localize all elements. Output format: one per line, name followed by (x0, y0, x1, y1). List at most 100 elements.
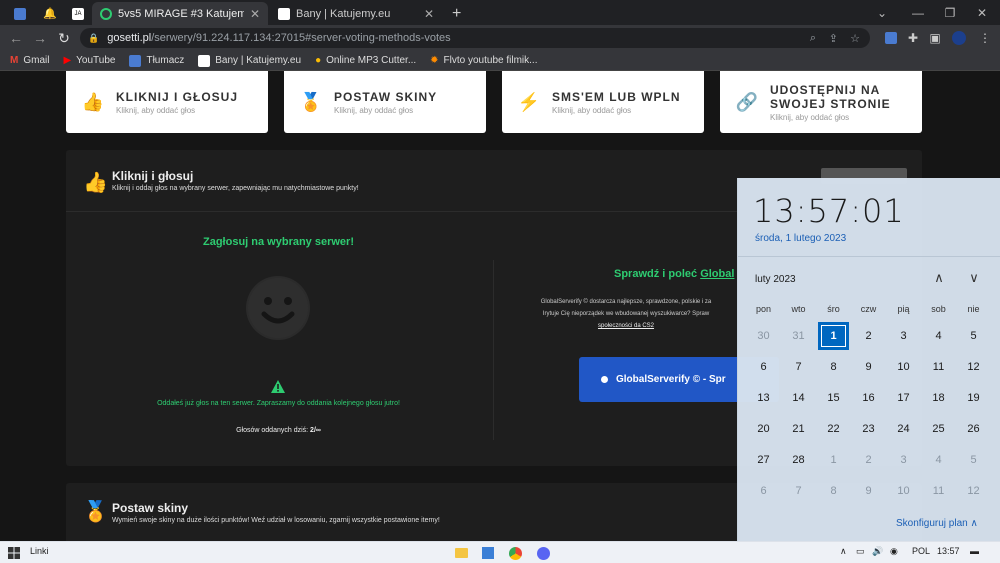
calendar-day[interactable]: 10 (886, 476, 921, 506)
windows-start-icon[interactable] (6, 545, 22, 561)
chevron-up-icon[interactable]: ∧ (840, 546, 847, 557)
calendar-day[interactable]: 2 (851, 445, 886, 475)
card-skins[interactable]: 🏅 POSTAW SKINY Kliknij, aby oddać głos (284, 71, 486, 133)
calendar-day[interactable]: 28 (781, 445, 816, 475)
translate-extension-icon[interactable] (882, 29, 900, 47)
bookmark-mp3-cutter[interactable]: ● Online MP3 Cutter... (315, 55, 416, 66)
discord-icon[interactable] (535, 545, 551, 561)
tab-pinned-bell[interactable]: 🔔 (36, 2, 64, 25)
calendar-day[interactable]: 14 (781, 383, 816, 413)
calendar-day[interactable]: 21 (781, 414, 816, 444)
menu-icon[interactable]: ⋮ (976, 29, 994, 47)
prev-month-icon[interactable]: ∧ (931, 270, 947, 286)
network-icon[interactable]: ▭ (856, 546, 865, 557)
calendar-day[interactable]: 31 (781, 321, 816, 351)
links-toolbar[interactable]: Linki (30, 546, 49, 556)
mp3-cutter-icon: ● (315, 55, 322, 66)
calendar-day[interactable]: 8 (816, 352, 851, 382)
clock-date[interactable]: środa, 1 lutego 2023 (755, 233, 846, 244)
calendar-day[interactable]: 24 (886, 414, 921, 444)
calendar-day[interactable]: 2 (851, 321, 886, 351)
store-icon[interactable] (480, 545, 496, 561)
calendar-day[interactable]: 3 (886, 445, 921, 475)
calendar-day[interactable]: 4 (921, 321, 956, 351)
next-month-icon[interactable]: ∨ (966, 270, 982, 286)
sidepanel-icon[interactable]: ▣ (926, 29, 944, 47)
minimize-icon[interactable]: — (900, 0, 936, 25)
translate-icon (14, 7, 26, 20)
bookmark-gmail[interactable]: M Gmail (10, 55, 49, 66)
star-icon[interactable]: ☆ (850, 32, 860, 45)
calendar-day[interactable]: 12 (956, 476, 991, 506)
card-share[interactable]: 🔗 UDOSTĘPNIJ NA SWOJEJ STRONIE Kliknij, ab… (720, 71, 922, 133)
calendar-day[interactable]: 7 (781, 352, 816, 382)
calendar-day[interactable]: 5 (956, 445, 991, 475)
share-icon[interactable]: ⇪ (829, 32, 838, 45)
calendar-day[interactable]: 30 (746, 321, 781, 351)
chrome-icon[interactable] (507, 545, 523, 561)
bookmark-translate[interactable]: Tłumacz (129, 54, 184, 67)
restore-icon[interactable]: ❐ (932, 0, 968, 25)
calendar-day[interactable]: 22 (816, 414, 851, 444)
tab-search-icon[interactable]: ⌄ (864, 0, 900, 25)
calendar-day[interactable]: 23 (851, 414, 886, 444)
close-window-icon[interactable]: ✕ (964, 0, 1000, 25)
close-tab-icon[interactable]: ✕ (250, 7, 260, 21)
calendar-day[interactable]: 6 (746, 476, 781, 506)
calendar-day[interactable]: 1 (816, 321, 851, 351)
card-vote[interactable]: 👍 KLIKNIJ I GŁOSUJ Kliknij, aby oddać gło… (66, 71, 268, 133)
tab-bany[interactable]: Bany | Katujemy.eu ✕ (270, 2, 442, 25)
bookmark-flvto[interactable]: ✹ Flvto youtube filmik... (430, 55, 537, 66)
file-explorer-icon[interactable] (453, 545, 469, 561)
volume-icon[interactable]: 🔊 (872, 546, 883, 557)
configure-schedule-button[interactable]: Skonfiguruj plan ∧ (896, 518, 978, 529)
community-link[interactable]: społeczności da CS2 (506, 320, 746, 332)
calendar-day[interactable]: 10 (886, 352, 921, 382)
globalserverify-link[interactable]: Global (700, 268, 734, 280)
calendar-day[interactable]: 27 (746, 445, 781, 475)
tab-pinned-ja[interactable]: JA (64, 2, 92, 25)
calendar-day[interactable]: 6 (746, 352, 781, 382)
forward-icon[interactable]: → (28, 30, 52, 46)
calendar-day[interactable]: 25 (921, 414, 956, 444)
month-label[interactable]: luty 2023 (755, 274, 796, 285)
calendar-day[interactable]: 5 (956, 321, 991, 351)
calendar-day[interactable]: 3 (886, 321, 921, 351)
calendar-day[interactable]: 20 (746, 414, 781, 444)
steam-icon[interactable]: ◉ (890, 546, 898, 557)
calendar-day[interactable]: 15 (816, 383, 851, 413)
calendar-day[interactable]: 9 (851, 352, 886, 382)
calendar-day[interactable]: 13 (746, 383, 781, 413)
calendar-day[interactable]: 12 (956, 352, 991, 382)
calendar-day[interactable]: 19 (956, 383, 991, 413)
calendar-day[interactable]: 26 (956, 414, 991, 444)
calendar-day[interactable]: 4 (921, 445, 956, 475)
back-icon[interactable]: ← (4, 30, 28, 46)
extensions-icon[interactable]: ✚ (904, 29, 922, 47)
bookmark-bany[interactable]: Bany | Katujemy.eu (198, 54, 301, 67)
calendar-day[interactable]: 1 (816, 445, 851, 475)
notifications-icon[interactable]: ▬ (970, 546, 979, 556)
tab-active[interactable]: 5vs5 MIRAGE #3 Katujemy.eu 128 ✕ (92, 2, 268, 25)
new-tab-button[interactable]: + (448, 2, 470, 25)
bookmark-youtube[interactable]: ▶ YouTube (63, 55, 115, 66)
card-title: POSTAW SKINY (334, 89, 438, 104)
tab-pinned-translate[interactable] (6, 2, 34, 25)
reload-icon[interactable]: ↻ (52, 30, 76, 47)
calendar-day[interactable]: 11 (921, 476, 956, 506)
close-tab-icon[interactable]: ✕ (424, 7, 434, 21)
card-sms[interactable]: ⚡ SMS'EM LUB WPLN Kliknij, aby oddać głos (502, 71, 704, 133)
language-indicator[interactable]: POL (912, 546, 930, 556)
calendar-day[interactable]: 9 (851, 476, 886, 506)
taskbar-clock[interactable]: 13:57 (937, 546, 960, 556)
calendar-day[interactable]: 8 (816, 476, 851, 506)
address-bar[interactable]: 🔒 gosetti.pl /serwery/91.224.117.134:270… (80, 28, 870, 48)
calendar-day[interactable]: 17 (886, 383, 921, 413)
calendar-day[interactable]: 18 (921, 383, 956, 413)
zoom-icon[interactable]: ⌕ (810, 32, 816, 45)
calendar-day[interactable]: 16 (851, 383, 886, 413)
profile-avatar[interactable] (950, 29, 968, 47)
weekday-label: wto (791, 304, 806, 314)
calendar-day[interactable]: 11 (921, 352, 956, 382)
calendar-day[interactable]: 7 (781, 476, 816, 506)
